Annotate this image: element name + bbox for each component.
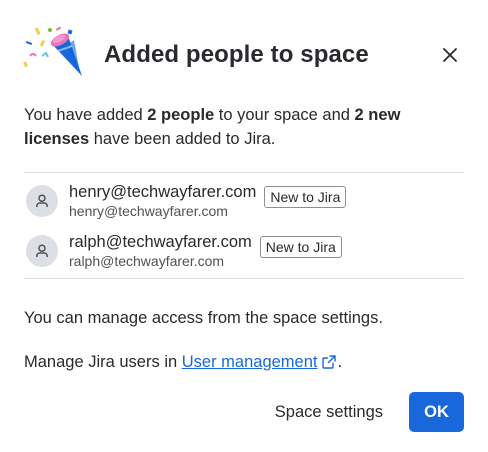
external-link-icon bbox=[322, 355, 337, 369]
user-row: henry@techwayfarer.com henry@techwayfare… bbox=[24, 176, 464, 226]
dialog-header: Added people to space bbox=[22, 24, 468, 86]
avatar bbox=[26, 185, 58, 217]
manage-users-prefix: Manage Jira users in bbox=[24, 353, 182, 371]
bottom-divider bbox=[24, 278, 464, 279]
close-icon bbox=[443, 48, 457, 62]
intro-part3: have been added to Jira. bbox=[89, 130, 276, 148]
avatar bbox=[26, 235, 58, 267]
user-subtitle: ralph@techwayfarer.com bbox=[69, 253, 225, 269]
intro-people-count: 2 people bbox=[147, 106, 215, 124]
party-popper-illustration bbox=[23, 26, 82, 76]
user-management-link[interactable]: User management bbox=[182, 353, 338, 371]
person-icon bbox=[36, 194, 48, 207]
user-row: ralph@techwayfarer.com ralph@techwayfare… bbox=[24, 226, 464, 276]
close-button[interactable] bbox=[434, 39, 466, 71]
user-text: ralph@techwayfarer.com ralph@techwayfare… bbox=[69, 232, 252, 270]
dialog-footer: Space settings OK bbox=[261, 392, 464, 432]
manage-users-suffix: . bbox=[337, 353, 343, 371]
added-people-dialog: Added people to space You have added 2 p… bbox=[0, 0, 488, 452]
intro-part2: to your space and bbox=[214, 106, 355, 124]
ok-button[interactable]: OK bbox=[409, 392, 464, 432]
person-icon bbox=[36, 244, 48, 257]
dialog-title: Added people to space bbox=[104, 41, 369, 68]
user-email: henry@techwayfarer.com bbox=[69, 183, 257, 201]
user-list: henry@techwayfarer.com henry@techwayfare… bbox=[24, 176, 464, 276]
new-to-jira-badge: New to Jira bbox=[259, 236, 342, 258]
user-text: henry@techwayfarer.com henry@techwayfare… bbox=[69, 182, 256, 220]
new-to-jira-badge: New to Jira bbox=[264, 186, 347, 208]
top-divider bbox=[24, 172, 464, 173]
user-management-link-label: User management bbox=[181, 353, 318, 371]
manage-users-text: Manage Jira users in User management. bbox=[24, 351, 464, 373]
user-subtitle: henry@techwayfarer.com bbox=[69, 203, 228, 219]
intro-part1: You have added bbox=[24, 106, 148, 124]
space-settings-button[interactable]: Space settings bbox=[261, 395, 397, 430]
intro-text: You have added 2 people to your space an… bbox=[24, 103, 464, 151]
manage-access-text: You can manage access from the space set… bbox=[24, 309, 383, 327]
user-email: ralph@techwayfarer.com bbox=[69, 233, 252, 251]
